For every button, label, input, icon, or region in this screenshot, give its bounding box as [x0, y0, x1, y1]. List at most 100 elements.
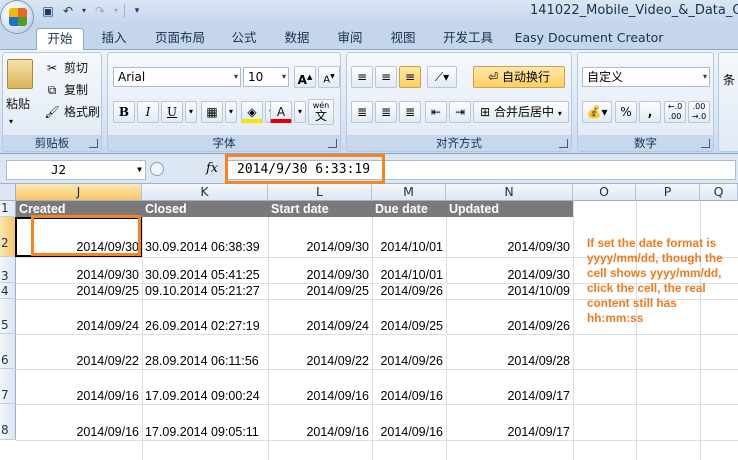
borders-button[interactable]: ▦	[201, 101, 223, 123]
align-center-button[interactable]: ≣	[375, 101, 397, 123]
underline-button[interactable]: U	[161, 101, 183, 123]
format-painter-button[interactable]: 🖌 格式刷	[43, 101, 100, 123]
header-due-date[interactable]: Due date	[372, 201, 446, 217]
paste-icon[interactable]	[7, 59, 33, 89]
cell-due-date[interactable]: 2014/10/01	[372, 267, 446, 283]
align-right-button[interactable]: ≣	[399, 101, 421, 123]
header-closed[interactable]: Closed	[142, 201, 268, 217]
redo-icon[interactable]: ↷	[92, 3, 108, 19]
cell-closed[interactable]: 09.10.2014 05:21:27	[142, 283, 268, 299]
column-header-n[interactable]: N	[446, 184, 573, 201]
customize-qat-icon[interactable]: ▾	[129, 3, 145, 19]
column-header-o[interactable]: O	[573, 184, 636, 201]
insert-function-button[interactable]: fx	[206, 161, 218, 176]
cell-due-date[interactable]: 2014/10/01	[372, 239, 446, 255]
borders-dropdown-icon[interactable]: ▾	[225, 101, 237, 123]
cell-updated[interactable]: 2014/09/28	[446, 353, 573, 369]
select-all-corner[interactable]	[0, 184, 16, 201]
undo-icon[interactable]: ↶	[60, 3, 76, 19]
percent-button[interactable]: %	[615, 101, 637, 123]
orientation-button[interactable]: ⟋▾	[427, 66, 457, 88]
column-header-q[interactable]: Q	[700, 184, 738, 201]
cell-updated[interactable]: 2014/09/30	[446, 239, 573, 255]
column-header-p[interactable]: P	[636, 184, 700, 201]
comma-button[interactable]: ,	[639, 101, 661, 123]
cell-start-date[interactable]: 2014/09/22	[268, 353, 372, 369]
increase-indent-button[interactable]: ⇥	[449, 101, 471, 123]
row-header-3[interactable]: 3	[0, 257, 16, 283]
decrease-indent-button[interactable]: ⇤	[425, 101, 447, 123]
cell-due-date[interactable]: 2014/09/25	[372, 318, 446, 334]
cell-due-date[interactable]: 2014/09/16	[372, 388, 446, 404]
merge-center-button[interactable]: ⊞ 合并后居中 ▾	[473, 101, 569, 123]
cell-updated[interactable]: 2014/09/26	[446, 318, 573, 334]
number-format-select[interactable]: 自定义 ▾	[582, 67, 710, 87]
cut-button[interactable]: ✂ 剪切	[43, 57, 88, 79]
cell-start-date[interactable]: 2014/09/25	[268, 283, 372, 299]
tab-view[interactable]: 视图	[383, 28, 423, 50]
font-color-button[interactable]: A	[270, 101, 292, 123]
tab-insert[interactable]: 插入	[94, 28, 134, 50]
cell-closed[interactable]: 28.09.2014 06:11:56	[142, 353, 268, 369]
column-header-k[interactable]: K	[142, 184, 268, 201]
tab-review[interactable]: 审阅	[330, 28, 370, 50]
tab-home[interactable]: 开始	[36, 28, 84, 50]
cell-created[interactable]: 2014/09/16	[16, 388, 142, 404]
cell-created[interactable]: 2014/09/24	[16, 318, 142, 334]
font-name-select[interactable]: Arial ▾	[113, 67, 241, 87]
number-launcher-icon[interactable]	[701, 139, 710, 148]
cell-start-date[interactable]: 2014/09/30	[268, 239, 372, 255]
cell-start-date[interactable]: 2014/09/16	[268, 424, 372, 440]
italic-button[interactable]: I	[137, 101, 159, 123]
column-header-j[interactable]: J	[16, 184, 142, 201]
cell-closed[interactable]: 30.09.2014 05:41:25	[142, 267, 268, 283]
cell-updated[interactable]: 2014/10/09	[446, 283, 573, 299]
copy-button[interactable]: ⧉ 复制	[43, 79, 88, 101]
cell-updated[interactable]: 2014/09/17	[446, 424, 573, 440]
row-header-5[interactable]: 5	[0, 299, 16, 334]
underline-dropdown-icon[interactable]: ▾	[185, 101, 197, 123]
paste-dropdown-icon[interactable]: ▾	[9, 111, 13, 133]
wrap-text-button[interactable]: ⏎ 自动换行	[473, 66, 565, 88]
clipboard-launcher-icon[interactable]	[89, 139, 98, 148]
font-size-select[interactable]: 10 ▾	[243, 67, 289, 87]
formula-expand-icon[interactable]	[150, 162, 164, 176]
font-launcher-icon[interactable]	[328, 139, 337, 148]
shrink-font-button[interactable]: A▼	[318, 66, 340, 88]
align-left-button[interactable]: ≣	[351, 101, 373, 123]
cell-created[interactable]: 2014/09/16	[16, 424, 142, 440]
row-header-6[interactable]: 6	[0, 334, 16, 369]
office-button[interactable]	[0, 0, 34, 34]
save-icon[interactable]: ▣	[40, 3, 56, 19]
phonetic-guide-button[interactable]: wén 文	[308, 99, 334, 125]
alignment-launcher-icon[interactable]	[559, 139, 568, 148]
cell-closed[interactable]: 17.09.2014 09:00:24	[142, 388, 268, 404]
cell-due-date[interactable]: 2014/09/16	[372, 424, 446, 440]
cell-due-date[interactable]: 2014/09/26	[372, 283, 446, 299]
tab-data[interactable]: 数据	[277, 28, 317, 50]
undo-dropdown-icon[interactable]: ▾	[80, 3, 88, 19]
header-start-date[interactable]: Start date	[268, 201, 372, 217]
tab-formulas[interactable]: 公式	[224, 28, 264, 50]
align-middle-button[interactable]: ≡	[375, 66, 397, 88]
cell-closed[interactable]: 17.09.2014 09:05:11	[142, 424, 268, 440]
tab-page-layout[interactable]: 页面布局	[148, 28, 212, 50]
decrease-decimal-button[interactable]: .00 →.0	[688, 101, 710, 123]
cell-created[interactable]: 2014/09/30	[16, 267, 142, 283]
align-bottom-button[interactable]: ≡	[399, 66, 421, 88]
row-header-7[interactable]: 7	[0, 369, 16, 404]
cell-updated[interactable]: 2014/09/30	[446, 267, 573, 283]
font-color-dropdown-icon[interactable]: ▾	[294, 101, 306, 123]
row-header-8[interactable]: 8	[0, 404, 16, 440]
row-header-1[interactable]: 1	[0, 201, 16, 217]
tab-easy-document-creator[interactable]: Easy Document Creator	[514, 28, 664, 50]
header-updated[interactable]: Updated	[446, 201, 573, 217]
accounting-format-button[interactable]: 💰▾	[582, 101, 612, 123]
redo-dropdown-icon[interactable]: ▾	[112, 3, 120, 19]
column-header-m[interactable]: M	[372, 184, 446, 201]
increase-decimal-button[interactable]: ←.0.00	[664, 101, 686, 123]
tab-developer[interactable]: 开发工具	[436, 28, 500, 50]
row-header-4[interactable]: 4	[0, 283, 16, 299]
align-top-button[interactable]: ≡	[351, 66, 373, 88]
column-header-l[interactable]: L	[268, 184, 372, 201]
